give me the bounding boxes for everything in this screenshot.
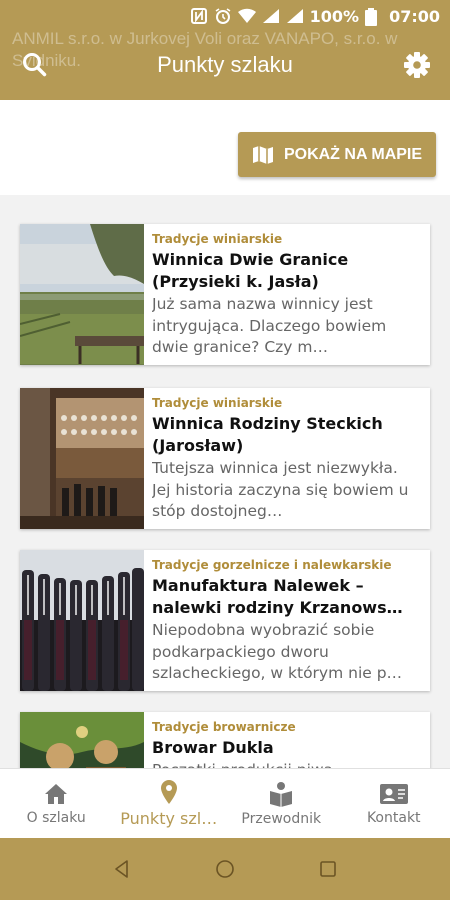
- alarm-icon: [214, 8, 232, 24]
- location-pin-icon: [160, 780, 177, 804]
- signal-icon-2: [286, 8, 304, 24]
- home-icon: [45, 783, 68, 804]
- show-on-map-button[interactable]: POKAŻ NA MAPIE: [238, 132, 436, 177]
- clock: 07:00: [389, 6, 440, 26]
- card-title: Browar Dukla: [152, 738, 274, 757]
- gear-icon: [404, 52, 430, 78]
- wine-cellar-image: [20, 388, 144, 529]
- nav-label-guide: Przewodnik: [241, 810, 322, 827]
- guide-book-icon: [270, 781, 293, 807]
- nav-label-contact: Kontakt: [366, 809, 421, 826]
- list-item[interactable]: Tradycje gorzelnicze i nalewkarskie Manu…: [20, 550, 430, 691]
- vineyard-landscape-image: [20, 224, 144, 365]
- home-circle-icon[interactable]: [215, 859, 235, 879]
- list-item[interactable]: Tradycje winiarskie Winnica Rodziny Stec…: [20, 388, 430, 529]
- battery-icon: [365, 8, 378, 26]
- signal-icon: [262, 8, 280, 24]
- status-bar: 100% 07:00: [0, 0, 450, 32]
- map-icon: [252, 145, 273, 164]
- nfc-icon: [190, 8, 208, 24]
- settings-button[interactable]: [402, 50, 432, 80]
- page-title: Punkty szlaku: [157, 52, 293, 77]
- map-button-area: POKAŻ NA MAPIE: [0, 100, 450, 195]
- nav-item-guide[interactable]: Przewodnik: [225, 769, 338, 838]
- back-icon[interactable]: [112, 859, 132, 879]
- battery-percent: 100%: [309, 6, 360, 26]
- card-category: Tradycje gorzelnicze i nalewkarskie: [152, 558, 392, 572]
- bottom-navigation: O szlaku Punkty szl… Przewodnik Kontakt: [0, 768, 450, 838]
- card-title: Winnica Dwie Granice (Przysieki k. Jasła…: [152, 250, 349, 291]
- nav-item-contact[interactable]: Kontakt: [338, 769, 450, 838]
- card-description: Niepodobna wyobrazić sobie podkarpackieg…: [152, 621, 403, 682]
- card-category: Tradycje winiarskie: [152, 396, 283, 410]
- list-item[interactable]: Tradycje winiarskie Winnica Dwie Granice…: [20, 224, 430, 365]
- card-description: Już sama nazwa winnicy jest intrygująca.…: [152, 295, 387, 356]
- card-title: Manufaktura Nalewek – nalewki rodziny Kr…: [152, 576, 403, 617]
- nav-item-about-trail[interactable]: O szlaku: [0, 769, 113, 838]
- nav-label-trail-points: Punkty szl…: [120, 809, 218, 828]
- bottles-image: [20, 550, 144, 691]
- system-navigation-bar: [0, 838, 450, 900]
- app-bar: ANMIL s.r.o. w Jurkovej Voli oraz VANAPO…: [0, 0, 450, 100]
- card-description: Tutejsza winnica jest niezwykła. Jej his…: [152, 459, 409, 520]
- recent-apps-icon[interactable]: [318, 859, 338, 879]
- wifi-icon: [237, 8, 256, 24]
- card-title: Winnica Rodziny Steckich (Jarosław): [152, 414, 383, 455]
- show-on-map-label: POKAŻ NA MAPIE: [283, 145, 423, 163]
- nav-item-trail-points[interactable]: Punkty szl…: [113, 769, 226, 838]
- nav-label-about-trail: O szlaku: [26, 809, 86, 826]
- contact-card-icon: [379, 783, 408, 804]
- card-category: Tradycje winiarskie: [152, 232, 283, 246]
- card-category: Tradycje browarnicze: [152, 720, 296, 734]
